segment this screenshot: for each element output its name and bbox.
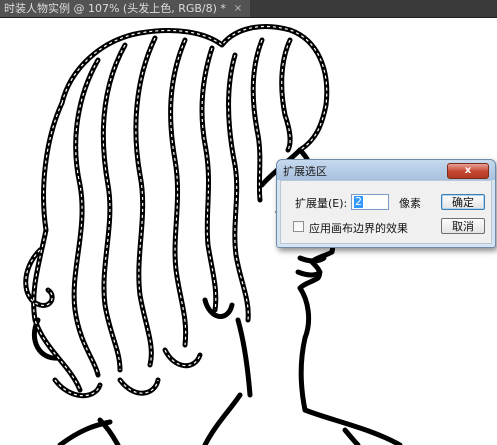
expand-amount-value: 2: [354, 195, 363, 208]
expand-amount-label: 扩展量(E):: [295, 197, 348, 210]
canvas-bounds-checkbox-label[interactable]: 应用画布边界的效果: [309, 220, 408, 236]
unit-label: 像素: [399, 197, 421, 210]
document-tab-title: 时装人物实例 @ 107% (头发上色, RGB/8) *: [4, 2, 226, 15]
ok-button[interactable]: 确定: [441, 194, 485, 210]
expand-amount-input[interactable]: 2: [351, 194, 389, 210]
dialog-title: 扩展选区: [283, 165, 327, 178]
document-tab-bar: 时装人物实例 @ 107% (头发上色, RGB/8) * ×: [0, 0, 497, 18]
document-tab[interactable]: 时装人物实例 @ 107% (头发上色, RGB/8) * ×: [0, 0, 250, 17]
cancel-button[interactable]: 取消: [441, 218, 485, 234]
close-tab-icon[interactable]: ×: [232, 0, 244, 17]
dialog-titlebar[interactable]: 扩展选区 x: [277, 160, 495, 180]
dialog-body: 扩展量(E): 2 像素 确定 应用画布边界的效果 取消: [280, 180, 492, 244]
dialog-close-button[interactable]: x: [447, 163, 489, 179]
canvas-bounds-checkbox[interactable]: [293, 221, 304, 232]
expand-selection-dialog: 扩展选区 x 扩展量(E): 2 像素 确定 应用画布边界的效果 取消: [276, 159, 496, 248]
